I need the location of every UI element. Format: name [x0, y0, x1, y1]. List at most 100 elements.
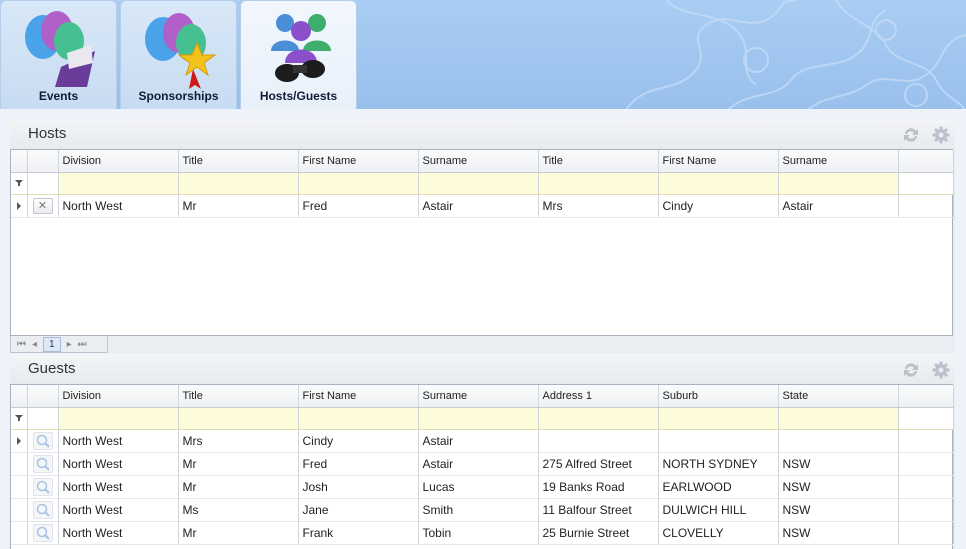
last-page-icon[interactable]: ⏭ [78, 339, 87, 350]
column-header-first-name[interactable]: First Name [298, 150, 419, 173]
cell-suburb[interactable]: DULWICH HILL [658, 498, 779, 522]
column-header-division[interactable]: Division [58, 385, 179, 408]
page-number-button[interactable]: 1 [43, 336, 61, 352]
table-row[interactable]: North West Ms Jane Smith 11 Balfour Stre… [11, 498, 954, 522]
cell-surname[interactable]: Astair [418, 452, 539, 476]
cell-address-1[interactable]: 275 Alfred Street [538, 452, 659, 476]
view-details-button[interactable] [32, 477, 53, 496]
column-header-surname-2[interactable]: Surname [778, 150, 899, 173]
column-header-first-name-2[interactable]: First Name [658, 150, 779, 173]
cell-address-1[interactable]: 25 Burnie Street [538, 521, 659, 545]
filter-cell-surname[interactable] [418, 172, 539, 195]
cell-first-name-2[interactable]: Cindy [658, 194, 779, 218]
column-header-first-name[interactable]: First Name [298, 385, 419, 408]
filter-cell-division[interactable] [58, 172, 179, 195]
filter-icon[interactable] [11, 172, 28, 195]
cell-title[interactable]: Mr [178, 452, 299, 476]
table-row[interactable]: North West Mrs Cindy Astair [11, 429, 954, 453]
prev-page-icon[interactable]: ◂ [32, 339, 37, 350]
column-header-title[interactable]: Title [178, 150, 299, 173]
tab-sponsorships[interactable]: Sponsorships [120, 0, 237, 110]
tab-hosts-guests[interactable]: Hosts/Guests [240, 0, 357, 110]
cell-surname[interactable]: Tobin [418, 521, 539, 545]
cell-first-name[interactable]: Josh [298, 475, 419, 499]
view-details-button[interactable] [32, 454, 53, 473]
cell-division[interactable]: North West [58, 429, 179, 453]
column-header-division[interactable]: Division [58, 150, 179, 173]
cell-title[interactable]: Mr [178, 475, 299, 499]
guests-panel: Guests Division Title First Name Surname… [10, 354, 955, 549]
cell-first-name[interactable]: Cindy [298, 429, 419, 453]
cell-state[interactable]: NSW [778, 498, 899, 522]
column-header-suburb[interactable]: Suburb [658, 385, 779, 408]
cell-title[interactable]: Mr [178, 521, 299, 545]
row-expand-icon[interactable] [11, 429, 28, 453]
filter-cell-title-2[interactable] [538, 172, 659, 195]
cell-state[interactable]: NSW [778, 475, 899, 499]
cell-title-2[interactable]: Mrs [538, 194, 659, 218]
column-header-title[interactable]: Title [178, 385, 299, 408]
cell-address-1[interactable] [538, 429, 659, 453]
cell-surname-2[interactable]: Astair [778, 194, 899, 218]
filter-cell-first-name-2[interactable] [658, 172, 779, 195]
filter-cell-title[interactable] [178, 172, 299, 195]
table-row[interactable]: North West Mr Frank Tobin 25 Burnie Stre… [11, 521, 954, 545]
cell-division[interactable]: North West [58, 194, 179, 218]
tab-events[interactable]: Events [0, 0, 117, 110]
column-header-title-2[interactable]: Title [538, 150, 659, 173]
column-header-surname[interactable]: Surname [418, 385, 539, 408]
cell-surname[interactable]: Smith [418, 498, 539, 522]
cell-division[interactable]: North West [58, 521, 179, 545]
cell-first-name[interactable]: Jane [298, 498, 419, 522]
cell-first-name[interactable]: Fred [298, 194, 419, 218]
cell-suburb[interactable]: CLOVELLY [658, 521, 779, 545]
filter-cell-title[interactable] [178, 407, 299, 430]
filter-cell-suburb[interactable] [658, 407, 779, 430]
refresh-icon[interactable] [901, 360, 921, 380]
table-row[interactable]: North West Mr Josh Lucas 19 Banks Road E… [11, 475, 954, 499]
filter-cell-address-1[interactable] [538, 407, 659, 430]
filter-icon[interactable] [11, 407, 28, 430]
cell-title[interactable]: Ms [178, 498, 299, 522]
column-header-state[interactable]: State [778, 385, 899, 408]
cell-title[interactable]: Mrs [178, 429, 299, 453]
cell-state[interactable] [778, 429, 899, 453]
cell-surname[interactable]: Astair [418, 429, 539, 453]
column-header-address-1[interactable]: Address 1 [538, 385, 659, 408]
settings-gear-icon[interactable] [931, 125, 951, 145]
settings-gear-icon[interactable] [931, 360, 951, 380]
cell-division[interactable]: North West [58, 452, 179, 476]
column-header-surname[interactable]: Surname [418, 150, 539, 173]
row-expand-icon[interactable] [11, 194, 28, 218]
view-details-button[interactable] [32, 500, 53, 519]
filter-cell-state[interactable] [778, 407, 899, 430]
cell-address-1[interactable]: 11 Balfour Street [538, 498, 659, 522]
cell-title[interactable]: Mr [178, 194, 299, 218]
guests-header-row: Division Title First Name Surname Addres… [11, 385, 954, 408]
cell-division[interactable]: North West [58, 498, 179, 522]
table-row[interactable]: North West Mr Fred Astair 275 Alfred Str… [11, 452, 954, 476]
cell-state[interactable]: NSW [778, 521, 899, 545]
cell-surname[interactable]: Astair [418, 194, 539, 218]
next-page-icon[interactable]: ▸ [67, 339, 72, 350]
cell-first-name[interactable]: Fred [298, 452, 419, 476]
filter-cell-surname[interactable] [418, 407, 539, 430]
cell-first-name[interactable]: Frank [298, 521, 419, 545]
filter-cell-division[interactable] [58, 407, 179, 430]
cell-division[interactable]: North West [58, 475, 179, 499]
delete-row-button[interactable]: ✕ [32, 197, 53, 214]
filter-cell-surname-2[interactable] [778, 172, 899, 195]
cell-suburb[interactable]: EARLWOOD [658, 475, 779, 499]
cell-suburb[interactable]: NORTH SYDNEY [658, 452, 779, 476]
table-row[interactable]: ✕ North West Mr Fred Astair Mrs Cindy As… [11, 194, 954, 218]
filter-cell-first-name[interactable] [298, 172, 419, 195]
view-details-button[interactable] [32, 523, 53, 542]
view-details-button[interactable] [32, 431, 53, 450]
first-page-icon[interactable]: ⏮ [17, 339, 26, 350]
refresh-icon[interactable] [901, 125, 921, 145]
filter-cell-first-name[interactable] [298, 407, 419, 430]
cell-address-1[interactable]: 19 Banks Road [538, 475, 659, 499]
cell-state[interactable]: NSW [778, 452, 899, 476]
cell-surname[interactable]: Lucas [418, 475, 539, 499]
cell-suburb[interactable] [658, 429, 779, 453]
